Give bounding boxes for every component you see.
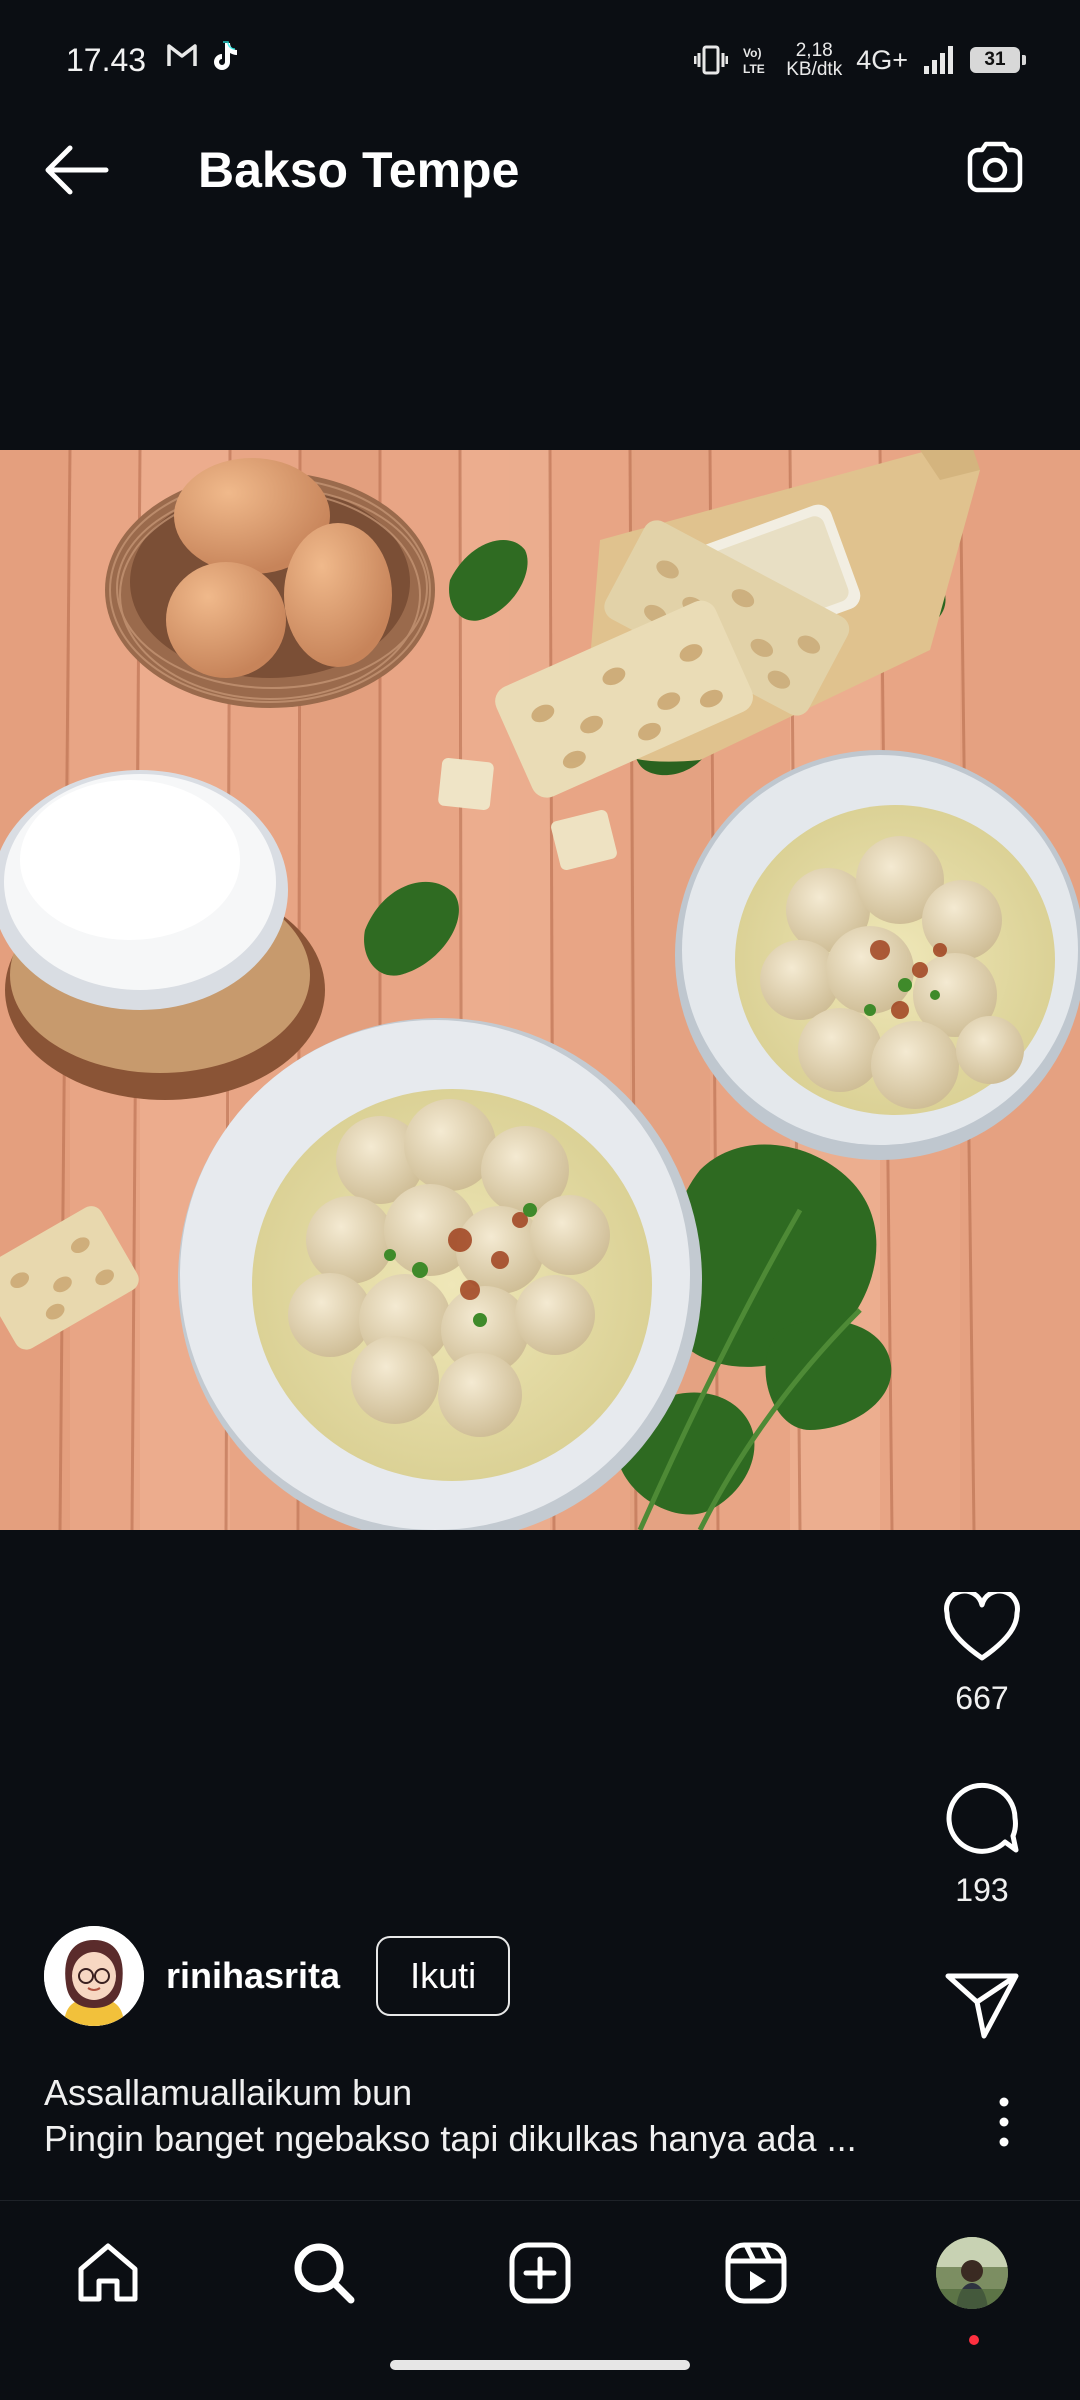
profile-avatar xyxy=(936,2237,1008,2309)
post-photo xyxy=(0,450,1080,1530)
home-indicator[interactable] xyxy=(390,2360,690,2370)
gmail-icon xyxy=(167,44,197,66)
search-icon xyxy=(294,2243,355,2304)
comment-action: 193 xyxy=(912,1780,1052,1910)
bottom-nav xyxy=(0,2200,1080,2400)
tiktok-icon xyxy=(214,41,237,70)
svg-text:LTE: LTE xyxy=(743,62,765,76)
nav-create[interactable] xyxy=(500,2233,580,2313)
battery-icon: 31 xyxy=(970,47,1026,73)
caption-line-1: Assallamuallaikum bun xyxy=(44,2072,413,2113)
create-icon xyxy=(509,2242,571,2304)
post-caption[interactable]: Assallamuallaikum bun Pingin banget ngeb… xyxy=(44,2070,944,2162)
svg-text:Vo): Vo) xyxy=(743,46,761,60)
author-row: rinihasrita Ikuti xyxy=(44,1926,511,2026)
status-right: Vo) LTE 2,18 KB/dtk 4G+ 31 xyxy=(694,38,1026,82)
volte-icon: Vo) LTE xyxy=(743,46,765,76)
post-image[interactable] xyxy=(0,450,1080,1530)
arrow-left-icon[interactable] xyxy=(40,140,112,200)
nav-profile[interactable] xyxy=(932,2233,1012,2345)
share-action xyxy=(912,1970,1052,2040)
header: Bakso Tempe xyxy=(0,92,1080,252)
network-speed-value: 2,18 xyxy=(795,40,833,61)
camera-icon[interactable] xyxy=(962,138,1028,204)
hijab-avatar-icon xyxy=(44,1926,144,2026)
network-type: 4G+ xyxy=(856,44,908,75)
vibrate-icon xyxy=(694,45,729,75)
like-action: 667 xyxy=(912,1592,1052,1718)
page-title: Bakso Tempe xyxy=(198,142,520,198)
status-bar: 17.43 Vo) LTE 2,18 KB/dtk 4G+ 31 xyxy=(0,0,1080,92)
nav-search[interactable] xyxy=(284,2233,364,2313)
send-icon[interactable] xyxy=(944,1970,1020,2040)
author-username[interactable]: rinihasrita xyxy=(166,1955,340,1997)
network-speed-unit: KB/dtk xyxy=(786,59,843,80)
reels-icon xyxy=(725,2242,787,2304)
status-time: 17.43 xyxy=(66,42,147,78)
comment-count: 193 xyxy=(955,1872,1009,1908)
nav-reels[interactable] xyxy=(716,2233,796,2313)
network-speed: 2,18 KB/dtk xyxy=(786,41,842,79)
follow-button[interactable]: Ikuti xyxy=(376,1936,511,2016)
signal-icon xyxy=(924,46,953,74)
home-icon xyxy=(78,2243,138,2302)
caption-line-2: Pingin banget ngebakso tapi dikulkas han… xyxy=(44,2118,857,2159)
heart-icon[interactable] xyxy=(943,1592,1021,1664)
more-options-icon[interactable] xyxy=(984,2092,1024,2152)
nav-home[interactable] xyxy=(68,2233,148,2313)
author-avatar[interactable] xyxy=(44,1926,144,2026)
notification-dot xyxy=(969,2335,979,2345)
like-count: 667 xyxy=(955,1680,1009,1716)
comment-icon[interactable] xyxy=(943,1780,1021,1856)
